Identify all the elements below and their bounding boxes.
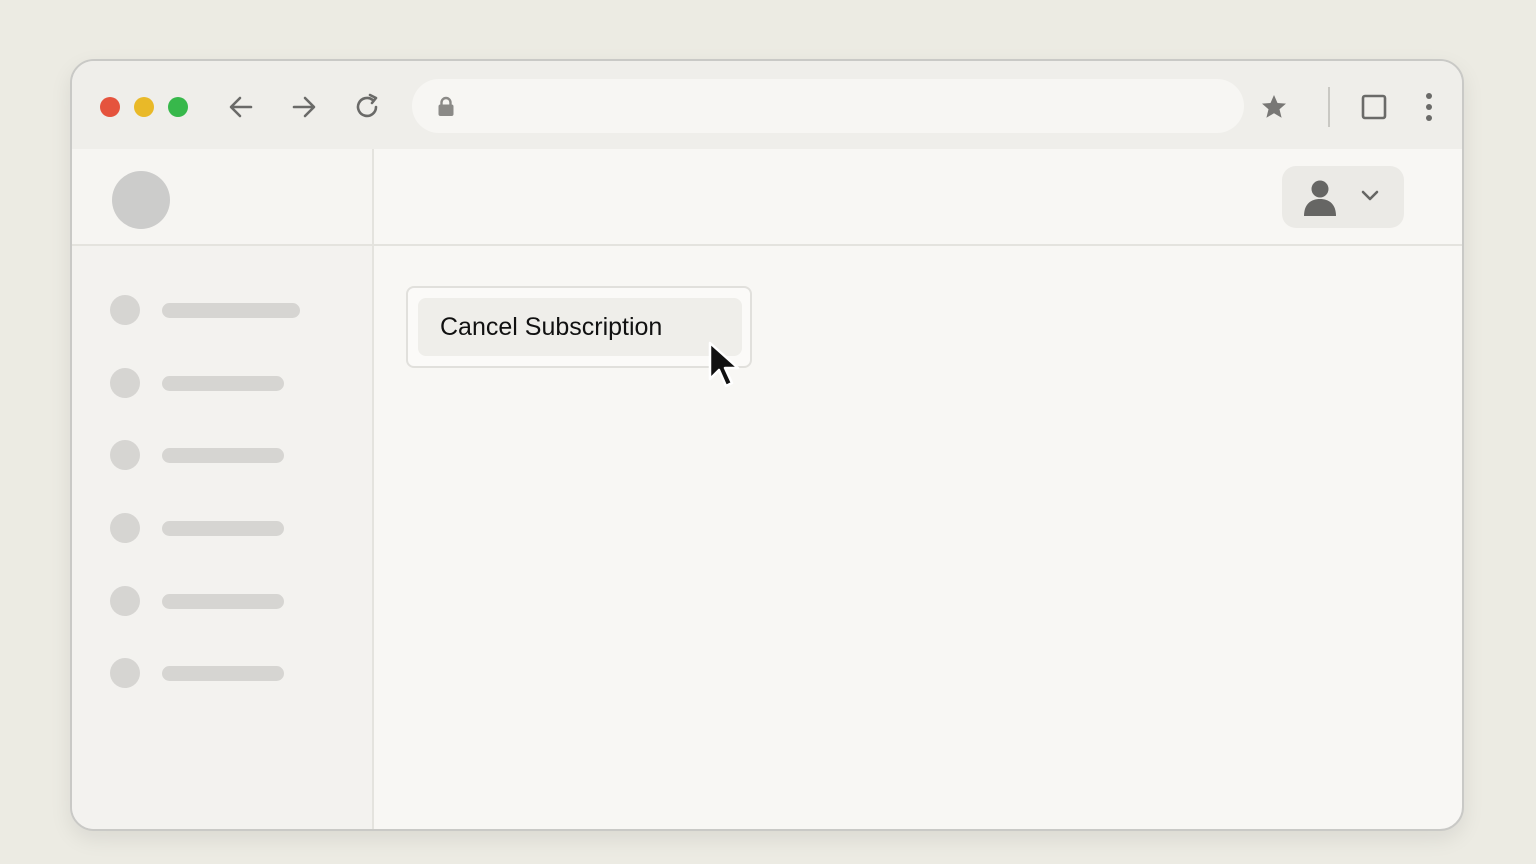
sidebar-item[interactable]	[110, 294, 350, 326]
sidebar-item[interactable]	[110, 585, 350, 617]
sidebar-item-icon	[110, 513, 140, 543]
maximize-window-button[interactable]	[168, 97, 188, 117]
more-vertical-icon	[1426, 93, 1432, 121]
browser-menu-button[interactable]	[1413, 91, 1445, 123]
sidebar-item[interactable]	[110, 512, 350, 544]
sidebar-item-icon	[110, 586, 140, 616]
sidebar-item-label	[162, 666, 284, 681]
star-icon	[1262, 95, 1286, 118]
back-arrow-icon	[229, 96, 253, 118]
sidebar-item-icon	[110, 658, 140, 688]
reload-button[interactable]	[351, 91, 383, 123]
sidebar	[72, 149, 374, 829]
browser-toolbar	[72, 61, 1462, 149]
toolbar-divider	[1328, 87, 1330, 127]
minimize-window-button[interactable]	[134, 97, 154, 117]
browser-window: Cancel Subscription	[70, 59, 1464, 831]
sidebar-item-label	[162, 448, 284, 463]
forward-arrow-icon	[292, 96, 316, 118]
sidebar-item[interactable]	[110, 367, 350, 399]
bookmark-button[interactable]	[1258, 91, 1290, 123]
square-icon	[1361, 94, 1387, 120]
profile-menu-button[interactable]	[1282, 166, 1404, 228]
main-content: Cancel Subscription	[374, 246, 1462, 829]
logo	[112, 171, 170, 229]
back-button[interactable]	[225, 91, 257, 123]
action-card: Cancel Subscription	[406, 286, 752, 368]
tab-view-button[interactable]	[1358, 91, 1390, 123]
sidebar-item[interactable]	[110, 657, 350, 689]
forward-button[interactable]	[288, 91, 320, 123]
sidebar-item[interactable]	[110, 439, 350, 471]
close-window-button[interactable]	[100, 97, 120, 117]
reload-icon	[356, 93, 378, 118]
address-bar[interactable]	[412, 79, 1244, 133]
sidebar-item-icon	[110, 368, 140, 398]
sidebar-item-icon	[110, 440, 140, 470]
lock-icon	[438, 96, 454, 116]
sidebar-item-label	[162, 303, 300, 318]
sidebar-item-label	[162, 521, 284, 536]
app-header	[374, 149, 1462, 246]
sidebar-header	[72, 149, 372, 246]
sidebar-item-label	[162, 376, 284, 391]
cancel-subscription-button[interactable]: Cancel Subscription	[418, 298, 742, 356]
sidebar-item-label	[162, 594, 284, 609]
chevron-down-icon	[1361, 190, 1379, 201]
user-icon	[1304, 180, 1336, 216]
sidebar-item-icon	[110, 295, 140, 325]
